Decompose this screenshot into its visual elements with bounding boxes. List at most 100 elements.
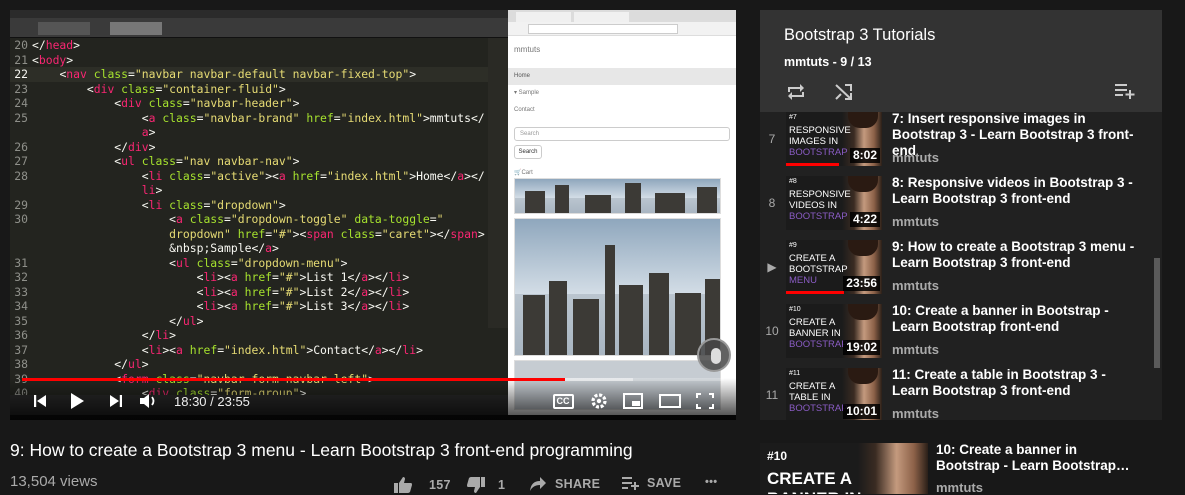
code-text: </li> <box>141 328 177 342</box>
loop-button[interactable] <box>786 83 806 106</box>
shuffle-button[interactable] <box>834 83 854 106</box>
playlist-item-title: 10: Create a banner in Bootstrap - Learn… <box>892 303 1109 334</box>
preview-city-image-1 <box>514 178 721 214</box>
playlist-item-thumbnail[interactable]: #8 RESPONSIVE VIDEOS IN BOOTSTRAP 4:22 <box>786 176 882 230</box>
more-actions-button[interactable]: ••• <box>705 476 717 488</box>
code-line: 38 </ul> <box>10 357 508 372</box>
video-duration: 4:22 <box>849 212 880 227</box>
playlist-item-thumbnail[interactable]: #7 RESPONSIVE IMAGES IN BOOTSTRAP 8:02 <box>786 112 882 166</box>
theater-button[interactable] <box>658 390 682 412</box>
video-player[interactable]: 20 </head> 21 <body> 22 <nav class="navbar n… <box>10 10 736 420</box>
code-text: <nav class="navbar navbar-default navbar… <box>59 67 417 81</box>
line-number: 27 <box>14 154 28 168</box>
playlist-save-button[interactable] <box>1114 83 1136 104</box>
like-button[interactable]: 157 <box>393 476 451 494</box>
fullscreen-button[interactable] <box>694 390 716 412</box>
dislike-button[interactable]: 1 <box>466 476 505 494</box>
code-text: <ul class="nav navbar-nav"> <box>114 154 300 168</box>
playlist-item-thumbnail[interactable]: #11 CREATE A TABLE IN BOOTSTRAP 10:01 <box>786 368 882 420</box>
code-line: a> <box>10 125 508 140</box>
playlist-item-channel: mmtuts <box>892 214 939 229</box>
code-line: 34 <li><a href="#">List 3</a></li> <box>10 299 508 314</box>
preview-city-image-2 <box>514 218 721 356</box>
playlist-item-thumbnail[interactable]: #9 CREATE A BOOTSTRAP MENU 23:56 <box>786 240 882 294</box>
thumbnail-number: #10 <box>789 306 801 313</box>
playlist-item[interactable]: 10 #10 CREATE A BANNER IN BOOTSTRAP 19:02 10… <box>760 303 1154 368</box>
save-button[interactable]: SAVE <box>621 476 681 490</box>
video-duration: 19:02 <box>843 340 880 355</box>
settings-icon <box>591 393 607 409</box>
next-button[interactable] <box>106 390 126 412</box>
playlist-item[interactable]: 11 #11 CREATE A TABLE IN BOOTSTRAP 10:01 11:… <box>760 367 1154 420</box>
playlist-add-icon <box>1115 84 1135 99</box>
playlist-scrollbar[interactable] <box>1154 258 1160 368</box>
up-next-channel[interactable]: mmtuts <box>936 480 983 495</box>
code-text: a> <box>141 125 156 139</box>
playlist-item[interactable]: 8 #8 RESPONSIVE VIDEOS IN BOOTSTRAP 4:22 8: … <box>760 175 1154 240</box>
code-line: li> <box>10 183 508 198</box>
code-text: <li><a href="#">List 3</a></li> <box>196 299 410 313</box>
preview-search-field: Search <box>514 127 730 141</box>
thumbs-down-icon <box>467 477 485 493</box>
code-line: 32 <li><a href="#">List 1</a></li> <box>10 270 508 285</box>
line-number: 38 <box>14 357 28 371</box>
code-text: <a class="dropdown-toggle" data-toggle=" <box>169 212 444 226</box>
code-line: 25 <a class="navbar-brand" href="index.h… <box>10 111 508 126</box>
code-line: dropdown" href="#"><span class="caret"><… <box>10 227 508 242</box>
save-label: SAVE <box>647 476 682 490</box>
code-line: 29 <li class="dropdown"> <box>10 198 508 213</box>
playlist-item[interactable]: ▶ #9 CREATE A BOOTSTRAP MENU 23:56 9: How to… <box>760 239 1154 304</box>
thumbnail-text: CREATE A TABLE IN BOOTSTRAP <box>789 381 848 414</box>
share-button[interactable]: SHARE <box>529 476 600 492</box>
line-number: 35 <box>14 313 28 328</box>
thumbs-up-icon <box>394 477 412 493</box>
editor-titlebar <box>10 10 508 38</box>
line-number: 26 <box>14 139 28 154</box>
playlist-panel: Bootstrap 3 Tutorials mmtuts - 9 / 13 7 #… <box>760 10 1162 420</box>
editor-minimap <box>488 38 508 328</box>
play-button[interactable] <box>66 390 88 412</box>
code-text: </ul> <box>114 357 149 371</box>
up-next-number: #10 <box>767 449 788 463</box>
theater-icon <box>659 394 681 408</box>
previous-button[interactable] <box>30 390 50 412</box>
line-number: 28 <box>14 168 28 183</box>
up-next-thumb-text: CREATE A BANNER IN <box>767 469 861 494</box>
line-number: 23 <box>14 81 28 96</box>
miniplayer-icon <box>623 393 643 409</box>
up-next-thumbnail[interactable]: #10 CREATE A BANNER IN <box>760 443 928 494</box>
like-count: 157 <box>429 478 451 492</box>
more-icon: ••• <box>705 476 718 488</box>
line-number: 30 <box>14 212 28 226</box>
code-line: 31 <ul class="dropdown-menu"> <box>10 256 508 271</box>
playlist-item[interactable]: 7 #7 RESPONSIVE IMAGES IN BOOTSTRAP 8:02 7: … <box>760 111 1154 176</box>
line-number: 22 <box>14 67 28 81</box>
code-line: 20 </head> <box>10 38 508 53</box>
video-duration: 8:02 <box>849 148 880 163</box>
progress-bar[interactable] <box>22 378 724 381</box>
up-next-title[interactable]: 10: Create a banner in Bootstrap - Learn… <box>936 442 1136 474</box>
code-text: <div class="container-fluid"> <box>86 81 286 96</box>
playlist-item-thumbnail[interactable]: #10 CREATE A BANNER IN BOOTSTRAP 19:02 <box>786 304 882 358</box>
code-text: <li><a href="index.html">Contact</a></li… <box>141 342 423 357</box>
line-number: 32 <box>14 270 28 284</box>
code-line: 27 <ul class="nav navbar-nav"> <box>10 154 508 169</box>
code-line: 30 <a class="dropdown-toggle" data-toggl… <box>10 212 508 227</box>
settings-button[interactable] <box>588 390 610 412</box>
fullscreen-icon <box>696 393 714 409</box>
progress-played <box>22 378 565 381</box>
time-display: 18:30 / 23:55 <box>174 394 250 409</box>
volume-button[interactable] <box>138 390 160 412</box>
miniplayer-button[interactable] <box>622 390 644 412</box>
playlist-item-title: 11: Create a table in Bootstrap 3 - Lear… <box>892 367 1106 398</box>
playlist-title[interactable]: Bootstrap 3 Tutorials <box>784 26 935 45</box>
code-text: <div class="navbar-header"> <box>114 96 300 110</box>
share-label: SHARE <box>555 477 601 491</box>
playlist-item-channel: mmtuts <box>892 342 939 357</box>
captions-button[interactable]: CC <box>552 390 574 412</box>
preview-search-button: Search <box>514 145 542 159</box>
playlist-item-channel: mmtuts <box>892 150 939 165</box>
code-text: dropdown" href="#"><span class="caret"><… <box>169 226 485 241</box>
code-text: <li class="dropdown"> <box>141 197 286 212</box>
playlist-subtitle: mmtuts - 9 / 13 <box>784 55 872 69</box>
